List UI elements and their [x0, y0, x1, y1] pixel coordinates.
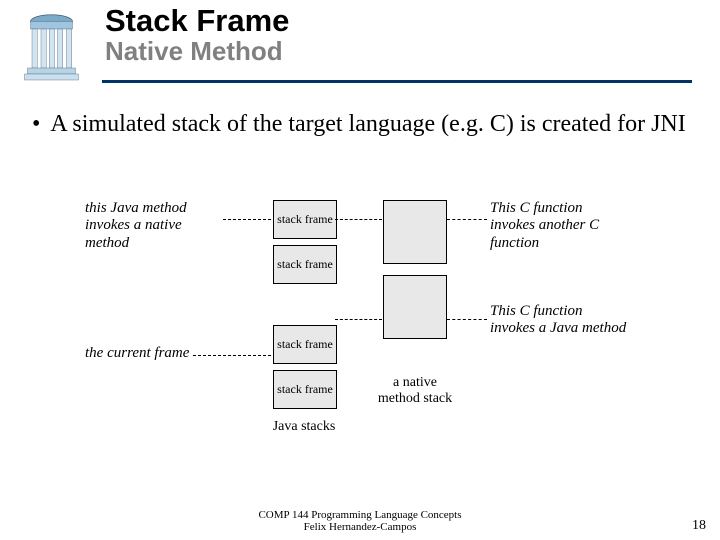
- annotation-current-frame: the current frame: [85, 345, 205, 362]
- connector-line: [335, 219, 382, 220]
- annotation-c-invokes-java: This C function invokes a Java method: [490, 303, 630, 338]
- connector-line: [447, 319, 487, 320]
- native-column-label: a native method stack: [373, 375, 457, 407]
- java-column-label: Java stacks: [263, 419, 345, 435]
- annotation-java-invokes-native: this Java method invokes a native method: [85, 200, 225, 252]
- java-stack-frame: stack frame: [273, 245, 337, 284]
- slide-footer: COMP 144 Programming Language Concepts F…: [0, 509, 720, 534]
- slide-subtitle: Native Method: [105, 38, 289, 65]
- stack-diagram: this Java method invokes a native method…: [95, 195, 625, 475]
- connector-line: [223, 219, 271, 220]
- native-stack-frame-bottom: [383, 275, 447, 339]
- bullet-text: A simulated stack of the target language…: [50, 110, 692, 139]
- slide-header: Stack Frame Native Method: [0, 0, 720, 92]
- java-stack-frame: stack frame: [273, 370, 337, 409]
- unc-well-logo-icon: [14, 8, 89, 83]
- java-stack-frame: stack frame: [273, 325, 337, 364]
- connector-line: [447, 219, 487, 220]
- java-stack-frame: stack frame: [273, 200, 337, 239]
- body-area: • A simulated stack of the target langua…: [32, 110, 692, 139]
- connector-line: [335, 319, 382, 320]
- annotation-c-invokes-c: This C function invokes another C functi…: [490, 200, 630, 252]
- bullet-item: • A simulated stack of the target langua…: [32, 110, 692, 139]
- slide-title: Stack Frame: [105, 5, 289, 38]
- native-stack-frame-top: [383, 200, 447, 264]
- title-block: Stack Frame Native Method: [105, 5, 289, 65]
- bullet-dot-icon: •: [32, 110, 40, 139]
- page-number: 18: [692, 518, 706, 534]
- connector-line: [193, 355, 271, 356]
- header-rule: [102, 80, 692, 83]
- footer-author: Felix Hernandez-Campos: [0, 521, 720, 534]
- footer-course: COMP 144 Programming Language Concepts: [0, 509, 720, 522]
